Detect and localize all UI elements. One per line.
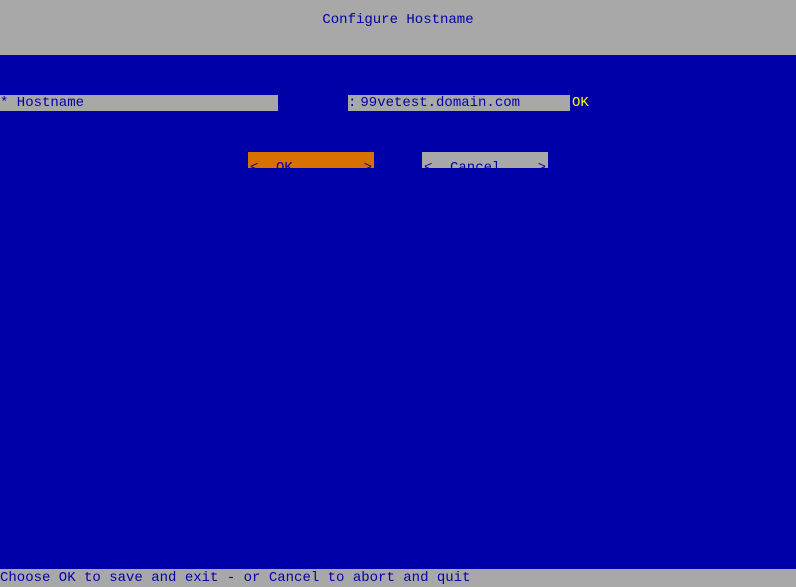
cancel-bracket-right: > — [538, 160, 546, 176]
hostname-label: * Hostname — [0, 95, 278, 111]
hostname-status: OK — [570, 95, 589, 111]
cancel-button[interactable]: < Cancel > — [422, 152, 548, 168]
ok-button-label: OK — [276, 160, 293, 176]
cancel-button-label: Cancel — [450, 160, 500, 176]
ok-bracket-left: < — [250, 160, 258, 176]
ok-bracket-right: > — [364, 160, 372, 176]
hostname-input[interactable] — [360, 95, 570, 111]
ok-button[interactable]: < OK > — [248, 152, 374, 168]
hostname-input-area: : — [348, 95, 570, 111]
header-bar: Configure Hostname — [0, 0, 796, 55]
cancel-bracket-left: < — [424, 160, 432, 176]
field-colon: : — [348, 95, 360, 111]
footer-hint: Choose OK to save and exit - or Cancel t… — [0, 569, 796, 587]
hostname-row: * Hostname : OK — [0, 95, 796, 111]
button-row: < OK > < Cancel > — [0, 152, 796, 168]
page-title: Configure Hostname — [322, 12, 473, 28]
